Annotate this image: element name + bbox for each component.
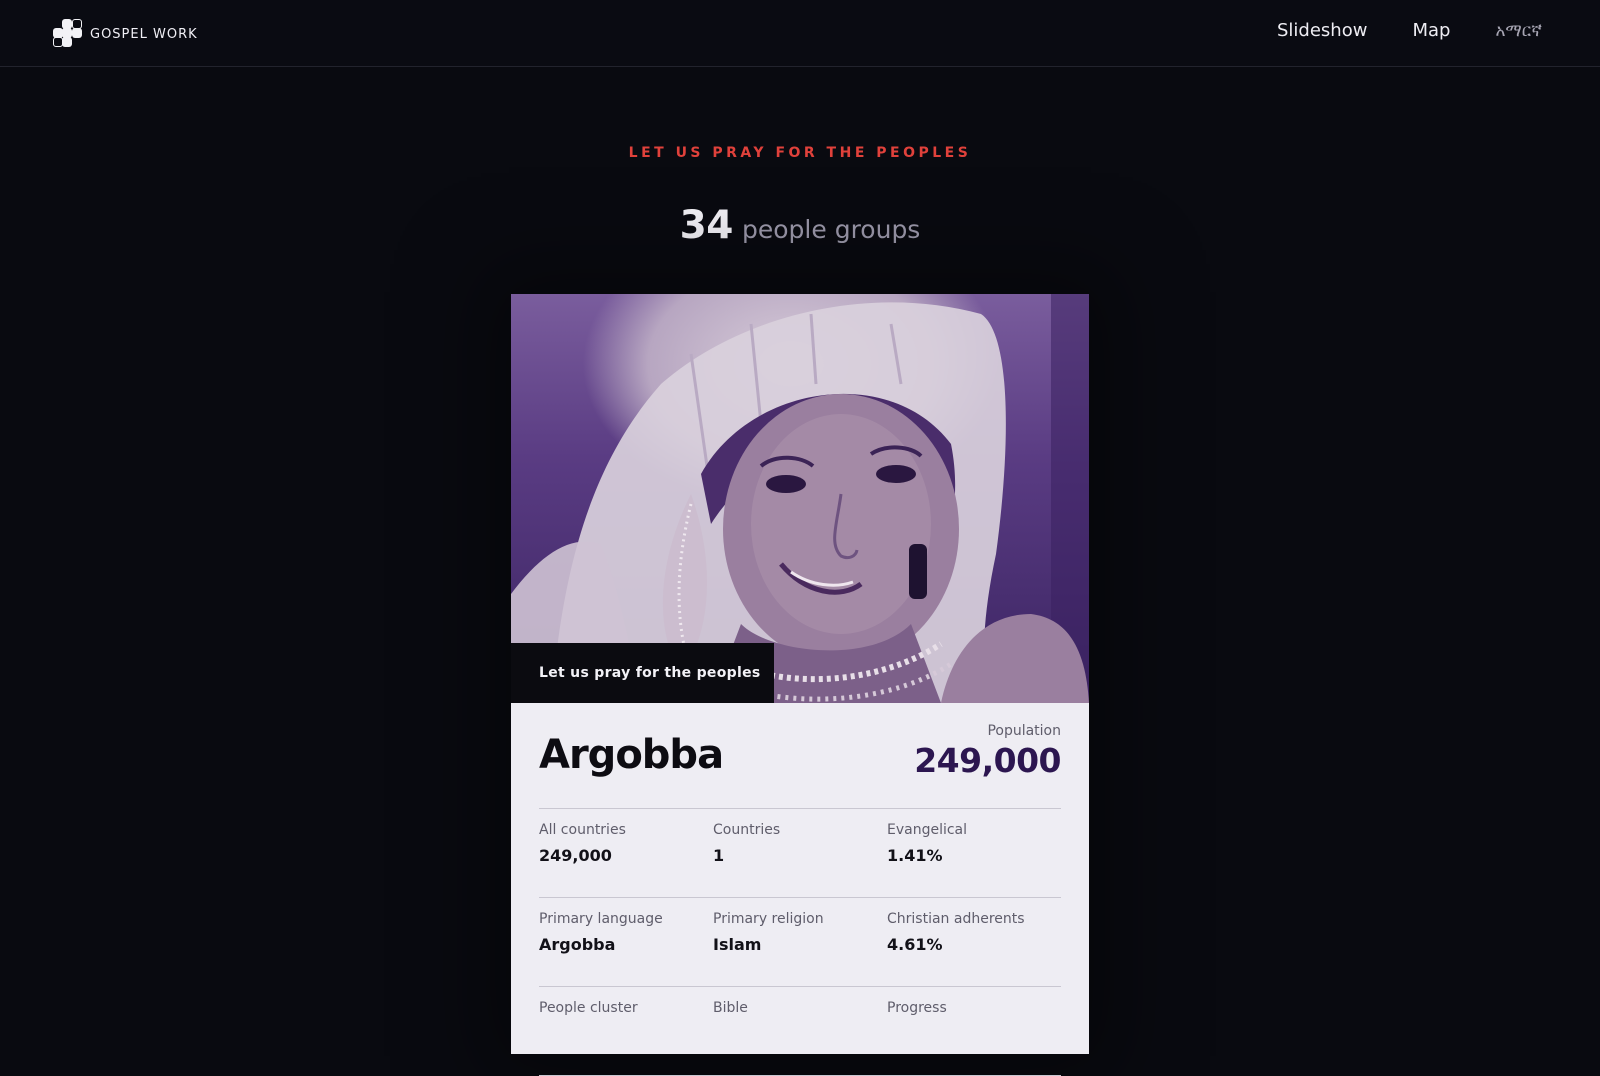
stat-value: 1 bbox=[713, 846, 725, 865]
section-eyebrow: LET US PRAY FOR THE PEOPLES bbox=[628, 145, 972, 161]
stat-primary-language: Primary language Argobba bbox=[539, 911, 713, 986]
stat-label: People cluster bbox=[539, 1000, 638, 1016]
stat-label: Evangelical bbox=[887, 822, 968, 838]
stat-bible: Bible bbox=[713, 1000, 887, 1075]
stat-row: People cluster Bible Progress bbox=[539, 987, 1061, 1076]
stat-label: Primary religion bbox=[713, 911, 824, 927]
stat-row: All countries 249,000 Countries 1 Evange… bbox=[539, 809, 1061, 898]
count-label: people groups bbox=[742, 215, 921, 244]
top-navigation-bar: GOSPEL WORK Slideshow Map አማርኛ bbox=[0, 0, 1600, 67]
nav-slideshow-link[interactable]: Slideshow bbox=[1277, 20, 1367, 41]
card-title-row: Argobba Population 249,000 bbox=[539, 723, 1061, 809]
stat-label: Progress bbox=[887, 1000, 947, 1016]
photo-caption: Let us pray for the peoples bbox=[511, 643, 774, 703]
stat-label: Countries bbox=[713, 822, 781, 838]
brand-logo-link[interactable]: GOSPEL WORK bbox=[53, 19, 198, 47]
nav-map-link[interactable]: Map bbox=[1412, 20, 1450, 41]
stat-row: Primary language Argobba Primary religio… bbox=[539, 898, 1061, 987]
stat-label: Christian adherents bbox=[887, 911, 1025, 927]
language-switch-link[interactable]: አማርኛ bbox=[1495, 21, 1542, 41]
people-group-name: Argobba bbox=[539, 732, 724, 778]
main-nav: Slideshow Map አማርኛ bbox=[1277, 20, 1542, 41]
population-value: 249,000 bbox=[914, 741, 1061, 780]
people-group-count: 34 people groups bbox=[0, 203, 1600, 248]
stat-label: Primary language bbox=[539, 911, 663, 927]
card-details: Argobba Population 249,000 All countries… bbox=[511, 703, 1089, 1076]
stat-countries: Countries 1 bbox=[713, 822, 887, 897]
stat-value: 249,000 bbox=[539, 846, 612, 865]
stat-progress: Progress bbox=[887, 1000, 1061, 1075]
stat-christian-adherents: Christian adherents 4.61% bbox=[887, 911, 1061, 986]
people-group-card[interactable]: Let us pray for the peoples Argobba Popu… bbox=[511, 294, 1089, 1076]
stat-all-countries: All countries 249,000 bbox=[539, 822, 713, 897]
population-label: Population bbox=[987, 723, 1061, 739]
stat-label: All countries bbox=[539, 822, 626, 838]
logo-icon bbox=[53, 19, 82, 47]
portrait-illustration bbox=[511, 294, 1089, 703]
population-block: Population 249,000 bbox=[914, 723, 1061, 780]
count-number: 34 bbox=[679, 203, 734, 248]
stat-value: Islam bbox=[713, 935, 762, 954]
stat-label: Bible bbox=[713, 1000, 748, 1016]
stat-value: Argobba bbox=[539, 935, 616, 954]
brand-name: GOSPEL WORK bbox=[90, 26, 198, 42]
people-group-photo: Let us pray for the peoples bbox=[511, 294, 1089, 703]
stat-evangelical: Evangelical 1.41% bbox=[887, 822, 1061, 897]
stat-value: 1.41% bbox=[887, 846, 943, 865]
stat-value: 4.61% bbox=[887, 935, 943, 954]
stat-primary-religion: Primary religion Islam bbox=[713, 911, 887, 986]
stat-people-cluster: People cluster bbox=[539, 1000, 713, 1075]
